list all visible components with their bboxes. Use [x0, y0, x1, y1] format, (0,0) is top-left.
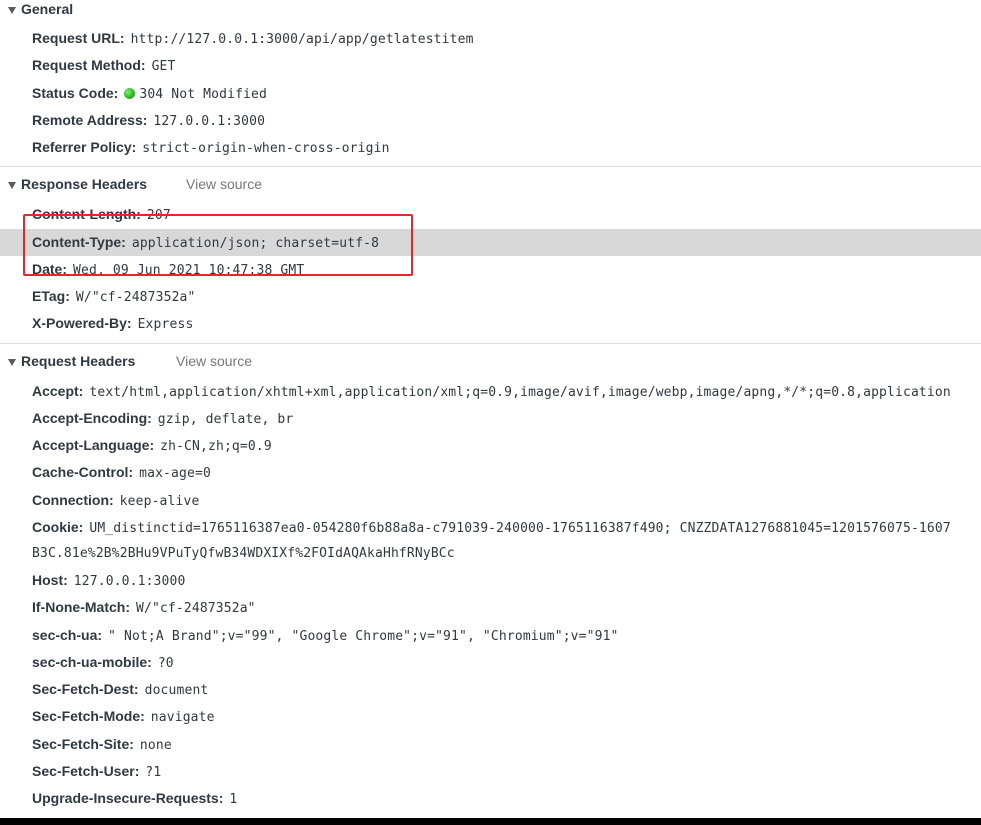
header-value[interactable]: 127.0.0.1:3000	[74, 574, 186, 589]
header-key: Sec-Fetch-Site:	[32, 736, 134, 752]
header-value[interactable]: Wed, 09 Jun 2021 10:47:38 GMT	[73, 263, 304, 278]
header-key: Connection:	[32, 492, 114, 508]
header-value[interactable]: http://127.0.0.1:3000/api/app/getlatesti…	[131, 32, 474, 47]
header-row-content-length: Content-Length: 207	[0, 201, 981, 228]
header-row-host: Host: 127.0.0.1:3000	[0, 567, 981, 594]
header-row-accept-language: Accept-Language: zh-CN,zh;q=0.9	[0, 432, 981, 459]
header-value[interactable]: ?0	[158, 656, 174, 671]
view-source-link[interactable]: View source	[186, 175, 262, 193]
header-key: ETag:	[32, 288, 70, 304]
header-row-upgrade-insecure-requests: Upgrade-Insecure-Requests: 1	[0, 785, 981, 812]
header-row-request-method: Request Method: GET	[0, 52, 981, 79]
header-row-etag: ETag: W/"cf-2487352a"	[0, 283, 981, 310]
request-headers-section-header[interactable]: Request Headers View source	[0, 352, 981, 374]
header-value[interactable]: 207	[147, 208, 171, 223]
headers-panel: General Request URL: http://127.0.0.1:300…	[0, 0, 981, 818]
response-headers-section-header[interactable]: Response Headers View source	[0, 175, 981, 197]
header-key: Accept-Language:	[32, 437, 155, 453]
header-row-connection: Connection: keep-alive	[0, 487, 981, 514]
header-row-cookie: Cookie: UM_distinctid=1765116387ea0-05428…	[0, 514, 981, 541]
header-row-sec-fetch-mode: Sec-Fetch-Mode: navigate	[0, 703, 981, 730]
header-value[interactable]: none	[140, 738, 172, 753]
header-value[interactable]: Express	[138, 317, 194, 332]
header-key: Content-Length:	[32, 206, 141, 222]
header-value[interactable]: gzip, deflate, br	[158, 412, 294, 427]
header-key: Accept-Encoding:	[32, 410, 152, 426]
header-row-content-type: Content-Type: application/json; charset=u…	[0, 229, 981, 256]
expand-triangle-icon[interactable]	[8, 359, 16, 366]
green-dot-icon	[124, 88, 136, 99]
general-section-header[interactable]: General	[0, 0, 981, 22]
header-key: Referrer Policy:	[32, 139, 137, 155]
bottom-edge-bar	[0, 818, 981, 825]
expand-triangle-icon[interactable]	[8, 182, 16, 189]
header-row-x-powered-by: X-Powered-By: Express	[0, 310, 981, 337]
header-key: Content-Type:	[32, 234, 126, 250]
header-row-sec-fetch-dest: Sec-Fetch-Dest: document	[0, 676, 981, 703]
header-key: Date:	[32, 261, 68, 277]
header-row-sec-ch-ua-mobile: sec-ch-ua-mobile: ?0	[0, 649, 981, 676]
header-value[interactable]: navigate	[151, 710, 215, 725]
header-key: Host:	[32, 572, 68, 588]
request-headers-title: Request Headers	[21, 353, 136, 369]
header-value[interactable]: 127.0.0.1:3000	[153, 114, 265, 129]
header-value[interactable]: ?1	[145, 765, 161, 780]
header-key: If-None-Match:	[32, 599, 130, 615]
header-row-referrer-policy: Referrer Policy: strict-origin-when-cross…	[0, 134, 981, 161]
header-key: sec-ch-ua-mobile:	[32, 654, 152, 670]
header-key: X-Powered-By:	[32, 315, 132, 331]
response-headers-title: Response Headers	[21, 176, 148, 192]
header-key: Request Method:	[32, 57, 146, 73]
header-key: Request URL:	[32, 30, 125, 46]
header-row-remote-address: Remote Address: 127.0.0.1:3000	[0, 107, 981, 134]
header-row-sec-ch-ua: sec-ch-ua: " Not;A Brand";v="99", "Google…	[0, 622, 981, 649]
header-value[interactable]: text/html,application/xhtml+xml,applicat…	[89, 385, 950, 400]
view-source-link[interactable]: View source	[176, 352, 252, 370]
header-value[interactable]: application/json; charset=utf-8	[132, 236, 379, 251]
header-key: Remote Address:	[32, 112, 148, 128]
header-key: Sec-Fetch-Mode:	[32, 708, 145, 724]
header-value[interactable]: GET	[152, 59, 176, 74]
header-key: Accept:	[32, 383, 84, 399]
header-row-accept-encoding: Accept-Encoding: gzip, deflate, br	[0, 405, 981, 432]
header-key: Sec-Fetch-User:	[32, 763, 140, 779]
header-row-status-code: Status Code: 304 Not Modified	[0, 80, 981, 107]
header-row-accept: Accept: text/html,application/xhtml+xml,a…	[0, 378, 981, 405]
section-divider	[0, 343, 981, 344]
header-key: Sec-Fetch-Dest:	[32, 681, 139, 697]
header-row-date: Date: Wed, 09 Jun 2021 10:47:38 GMT	[0, 256, 981, 283]
header-value[interactable]: " Not;A Brand";v="99", "Google Chrome";v…	[108, 629, 619, 644]
header-key: Status Code:	[32, 85, 119, 101]
expand-triangle-icon[interactable]	[8, 7, 16, 14]
header-value[interactable]: 304 Not Modified	[139, 87, 267, 102]
header-value[interactable]: keep-alive	[120, 494, 200, 509]
header-value[interactable]: zh-CN,zh;q=0.9	[160, 439, 272, 454]
header-key: Cache-Control:	[32, 464, 134, 480]
header-row-cache-control: Cache-Control: max-age=0	[0, 459, 981, 486]
header-key: Cookie:	[32, 519, 84, 535]
header-value[interactable]: W/"cf-2487352a"	[76, 290, 196, 305]
header-value[interactable]: document	[145, 683, 209, 698]
header-row-if-none-match: If-None-Match: W/"cf-2487352a"	[0, 594, 981, 621]
header-key: Upgrade-Insecure-Requests:	[32, 790, 224, 806]
header-row-request-url: Request URL: http://127.0.0.1:3000/api/ap…	[0, 25, 981, 52]
header-value[interactable]: 1	[229, 792, 237, 807]
section-divider	[0, 166, 981, 167]
header-value[interactable]: W/"cf-2487352a"	[136, 601, 256, 616]
header-row-sec-fetch-user: Sec-Fetch-User: ?1	[0, 758, 981, 785]
general-section-title: General	[21, 1, 74, 17]
header-key: sec-ch-ua:	[32, 627, 103, 643]
header-value[interactable]: max-age=0	[139, 466, 211, 481]
header-row-sec-fetch-site: Sec-Fetch-Site: none	[0, 731, 981, 758]
header-value[interactable]: strict-origin-when-cross-origin	[142, 141, 389, 156]
header-value[interactable]: UM_distinctid=1765116387ea0-054280f6b88a…	[89, 521, 950, 536]
